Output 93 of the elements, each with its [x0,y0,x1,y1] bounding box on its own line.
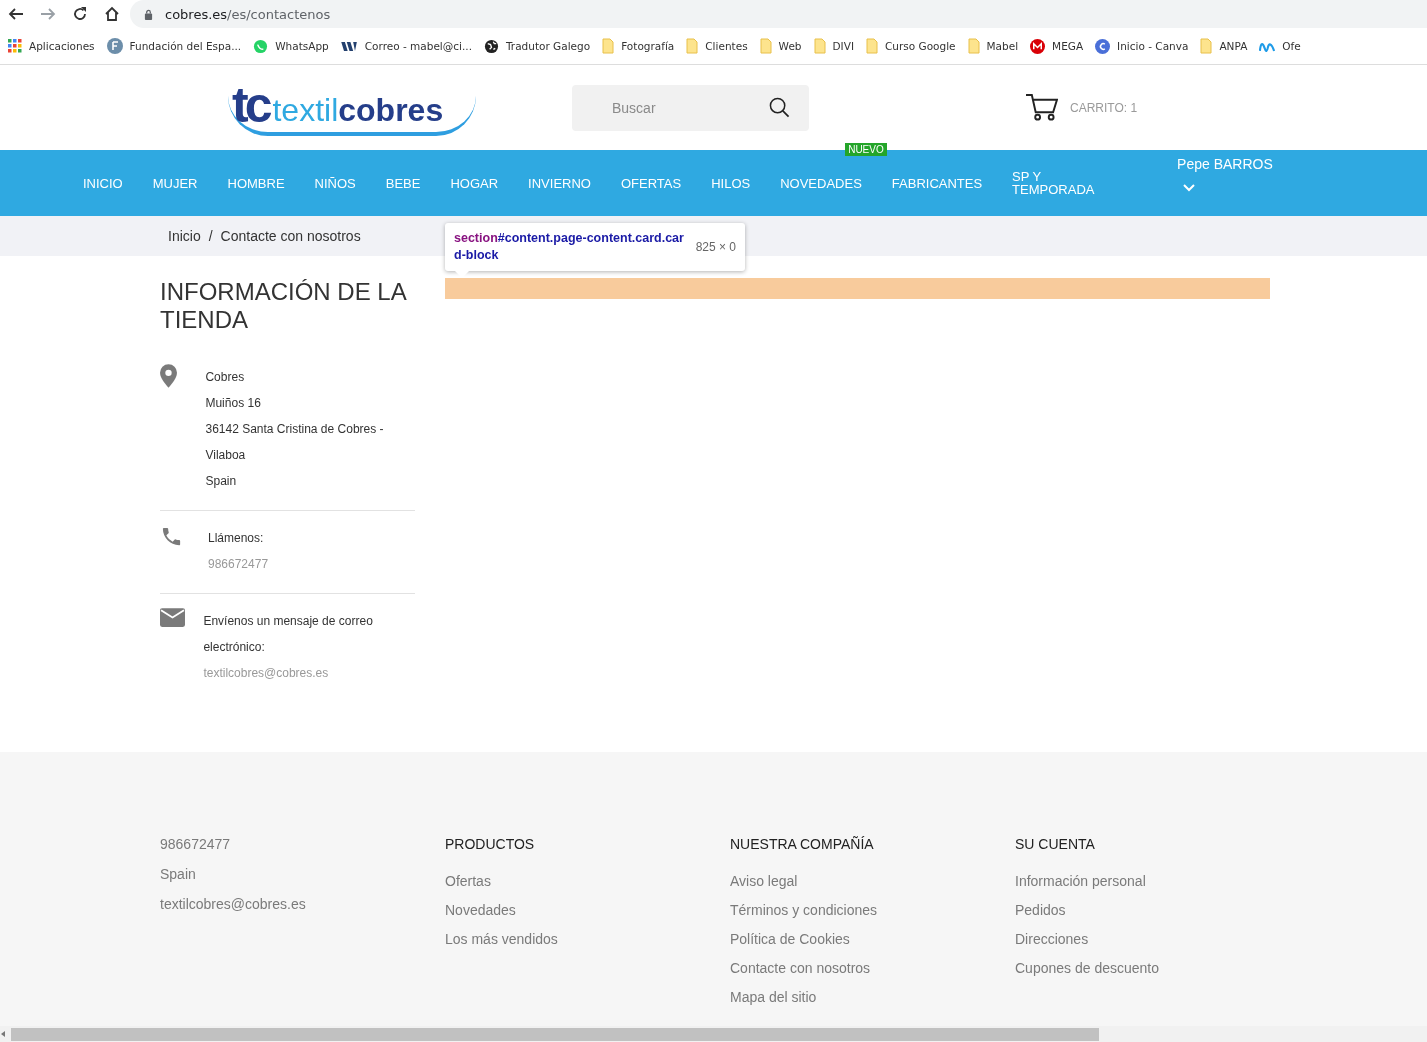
footer-link[interactable]: Direcciones [1015,925,1300,954]
bookmark[interactable]: Tradutor Galego [484,38,591,54]
folder-icon [813,38,826,54]
chevron-down-icon[interactable] [1183,184,1196,192]
bookmark[interactable]: ANPA [1200,38,1248,54]
footer-heading: PRODUCTOS [445,836,536,852]
footer-link[interactable]: Ofertas [445,867,730,896]
folder-icon [759,38,772,54]
mega-logo-icon [1030,38,1046,54]
nav-link[interactable]: SP Y TEMPORADA [1012,170,1103,196]
footer-contact: Spain [160,865,197,884]
cart-link[interactable]: CARRITO: 1 [1070,100,1138,115]
breadcrumb-link[interactable]: Contacte con nosotros [220,228,361,244]
contact-label: Llámenos: [208,530,265,547]
element-selector: section#content.page-content.card.card-block [454,230,685,264]
bookmark[interactable]: Clientes [686,38,748,54]
footer-link[interactable]: Aviso legal [730,867,1015,896]
canva-logo-icon [1095,38,1111,54]
m-logo-icon [1259,40,1276,52]
address-line: Cobres [205,369,246,386]
footer-link[interactable]: Novedades [445,896,730,925]
nav-link[interactable]: NIÑOS [314,175,356,191]
footer-link[interactable]: Pedidos [1015,896,1300,925]
apps-grid-icon [8,39,22,53]
footer-link[interactable]: Cupones de descuento [1015,954,1300,983]
circle-logo-icon [106,38,123,54]
bookmark[interactable]: WhatsApp [253,38,329,54]
phone-icon [160,525,183,548]
contact-label: Envíenos un mensaje de correo electrónico: [203,613,374,656]
nav-link[interactable]: INICIO [83,175,123,191]
nav-link[interactable]: MUJER [152,175,198,191]
bookmark[interactable]: Mabel [967,38,1019,54]
bookmark[interactable]: Ofe [1259,40,1301,52]
folder-icon [866,38,878,54]
nav-link[interactable]: NOVEDADES [780,175,862,191]
folder-icon [686,38,699,54]
footer-link[interactable]: Términos y condiciones [730,896,1015,925]
new-badge: NUEVO [845,142,887,156]
address-bar[interactable]: cobres.es/es/contactenos [130,0,1427,28]
lock-icon [144,8,153,20]
folder-icon [1200,38,1213,54]
nav-link[interactable]: INVIERNO [528,175,591,191]
nav-link[interactable]: HOMBRE [227,175,285,191]
horizontal-scrollbar[interactable] [0,1026,1427,1042]
bookmark[interactable]: Curso Google [866,38,956,54]
phone-link[interactable]: 986672477 [208,551,269,577]
folder-icon [602,38,615,54]
back-icon[interactable] [8,6,24,22]
nav-link[interactable]: HILOS [711,175,751,191]
footer-link[interactable]: Contacte con nosotros [730,954,1015,983]
bookmark[interactable]: Fotografía [602,38,675,54]
scrollbar-thumb[interactable] [11,1027,1099,1041]
user-menu[interactable]: Pepe BARROS [1177,156,1273,172]
home-icon[interactable] [104,6,120,22]
reload-icon[interactable] [72,6,88,22]
bookmark[interactable]: Fundación del Espa... [106,38,242,54]
cart-icon[interactable] [1025,93,1058,122]
nav-link[interactable]: HOGAR [450,175,499,191]
bookmark[interactable]: MEGA [1030,38,1084,54]
email-link[interactable]: textilcobres@cobres.es [203,660,415,686]
location-pin-icon [160,364,177,388]
search-icon[interactable] [769,96,790,118]
footer-link[interactable]: Información personal [1015,867,1300,896]
address-line: Spain [205,473,238,490]
footer-link[interactable]: Política de Cookies [730,925,1015,954]
footer-heading: NUESTRA COMPAÑÍA [730,836,875,852]
folder-icon [967,38,980,54]
bookmark[interactable]: Web [759,38,802,54]
address-line: Muiños 16 [205,395,262,412]
footer-contact: 986672477 [160,835,232,854]
address-line: 36142 Santa Cristina de Cobres - Vilaboa [205,421,385,464]
site-logo[interactable]: tctextilcobres [228,79,476,136]
nav-link[interactable]: FABRICANTES [891,175,983,191]
breadcrumb-separator: / [208,228,213,244]
envelope-icon [160,608,185,627]
section-title: INFORMACIÓN DE LA TIENDA [160,278,407,334]
mail-logo-icon [340,40,358,52]
footer-heading: SU CUENTA [1015,836,1096,852]
scroll-left-icon[interactable] [1,1031,5,1037]
bookmark[interactable]: Aplicaciones [8,39,95,53]
breadcrumb-link[interactable]: Inicio [168,228,201,244]
bookmark[interactable]: DIVI [813,38,854,54]
nav-link[interactable]: OFERTAS [620,175,682,191]
footer-contact: textilcobres@cobres.es [160,895,307,914]
bookmark[interactable]: Inicio - Canva [1095,38,1189,54]
search-field[interactable]: Buscar [572,84,809,131]
element-size: 825 × 0 [695,240,736,254]
footer-link[interactable]: Los más vendidos [445,925,730,954]
nav-link[interactable]: BEBE [385,175,421,191]
chat-bubble-icon [253,38,269,54]
footer-link[interactable]: Mapa del sitio [730,983,1015,1012]
globe-icon [484,38,499,54]
bookmark[interactable]: Correo - mabel@ci... [340,40,472,52]
